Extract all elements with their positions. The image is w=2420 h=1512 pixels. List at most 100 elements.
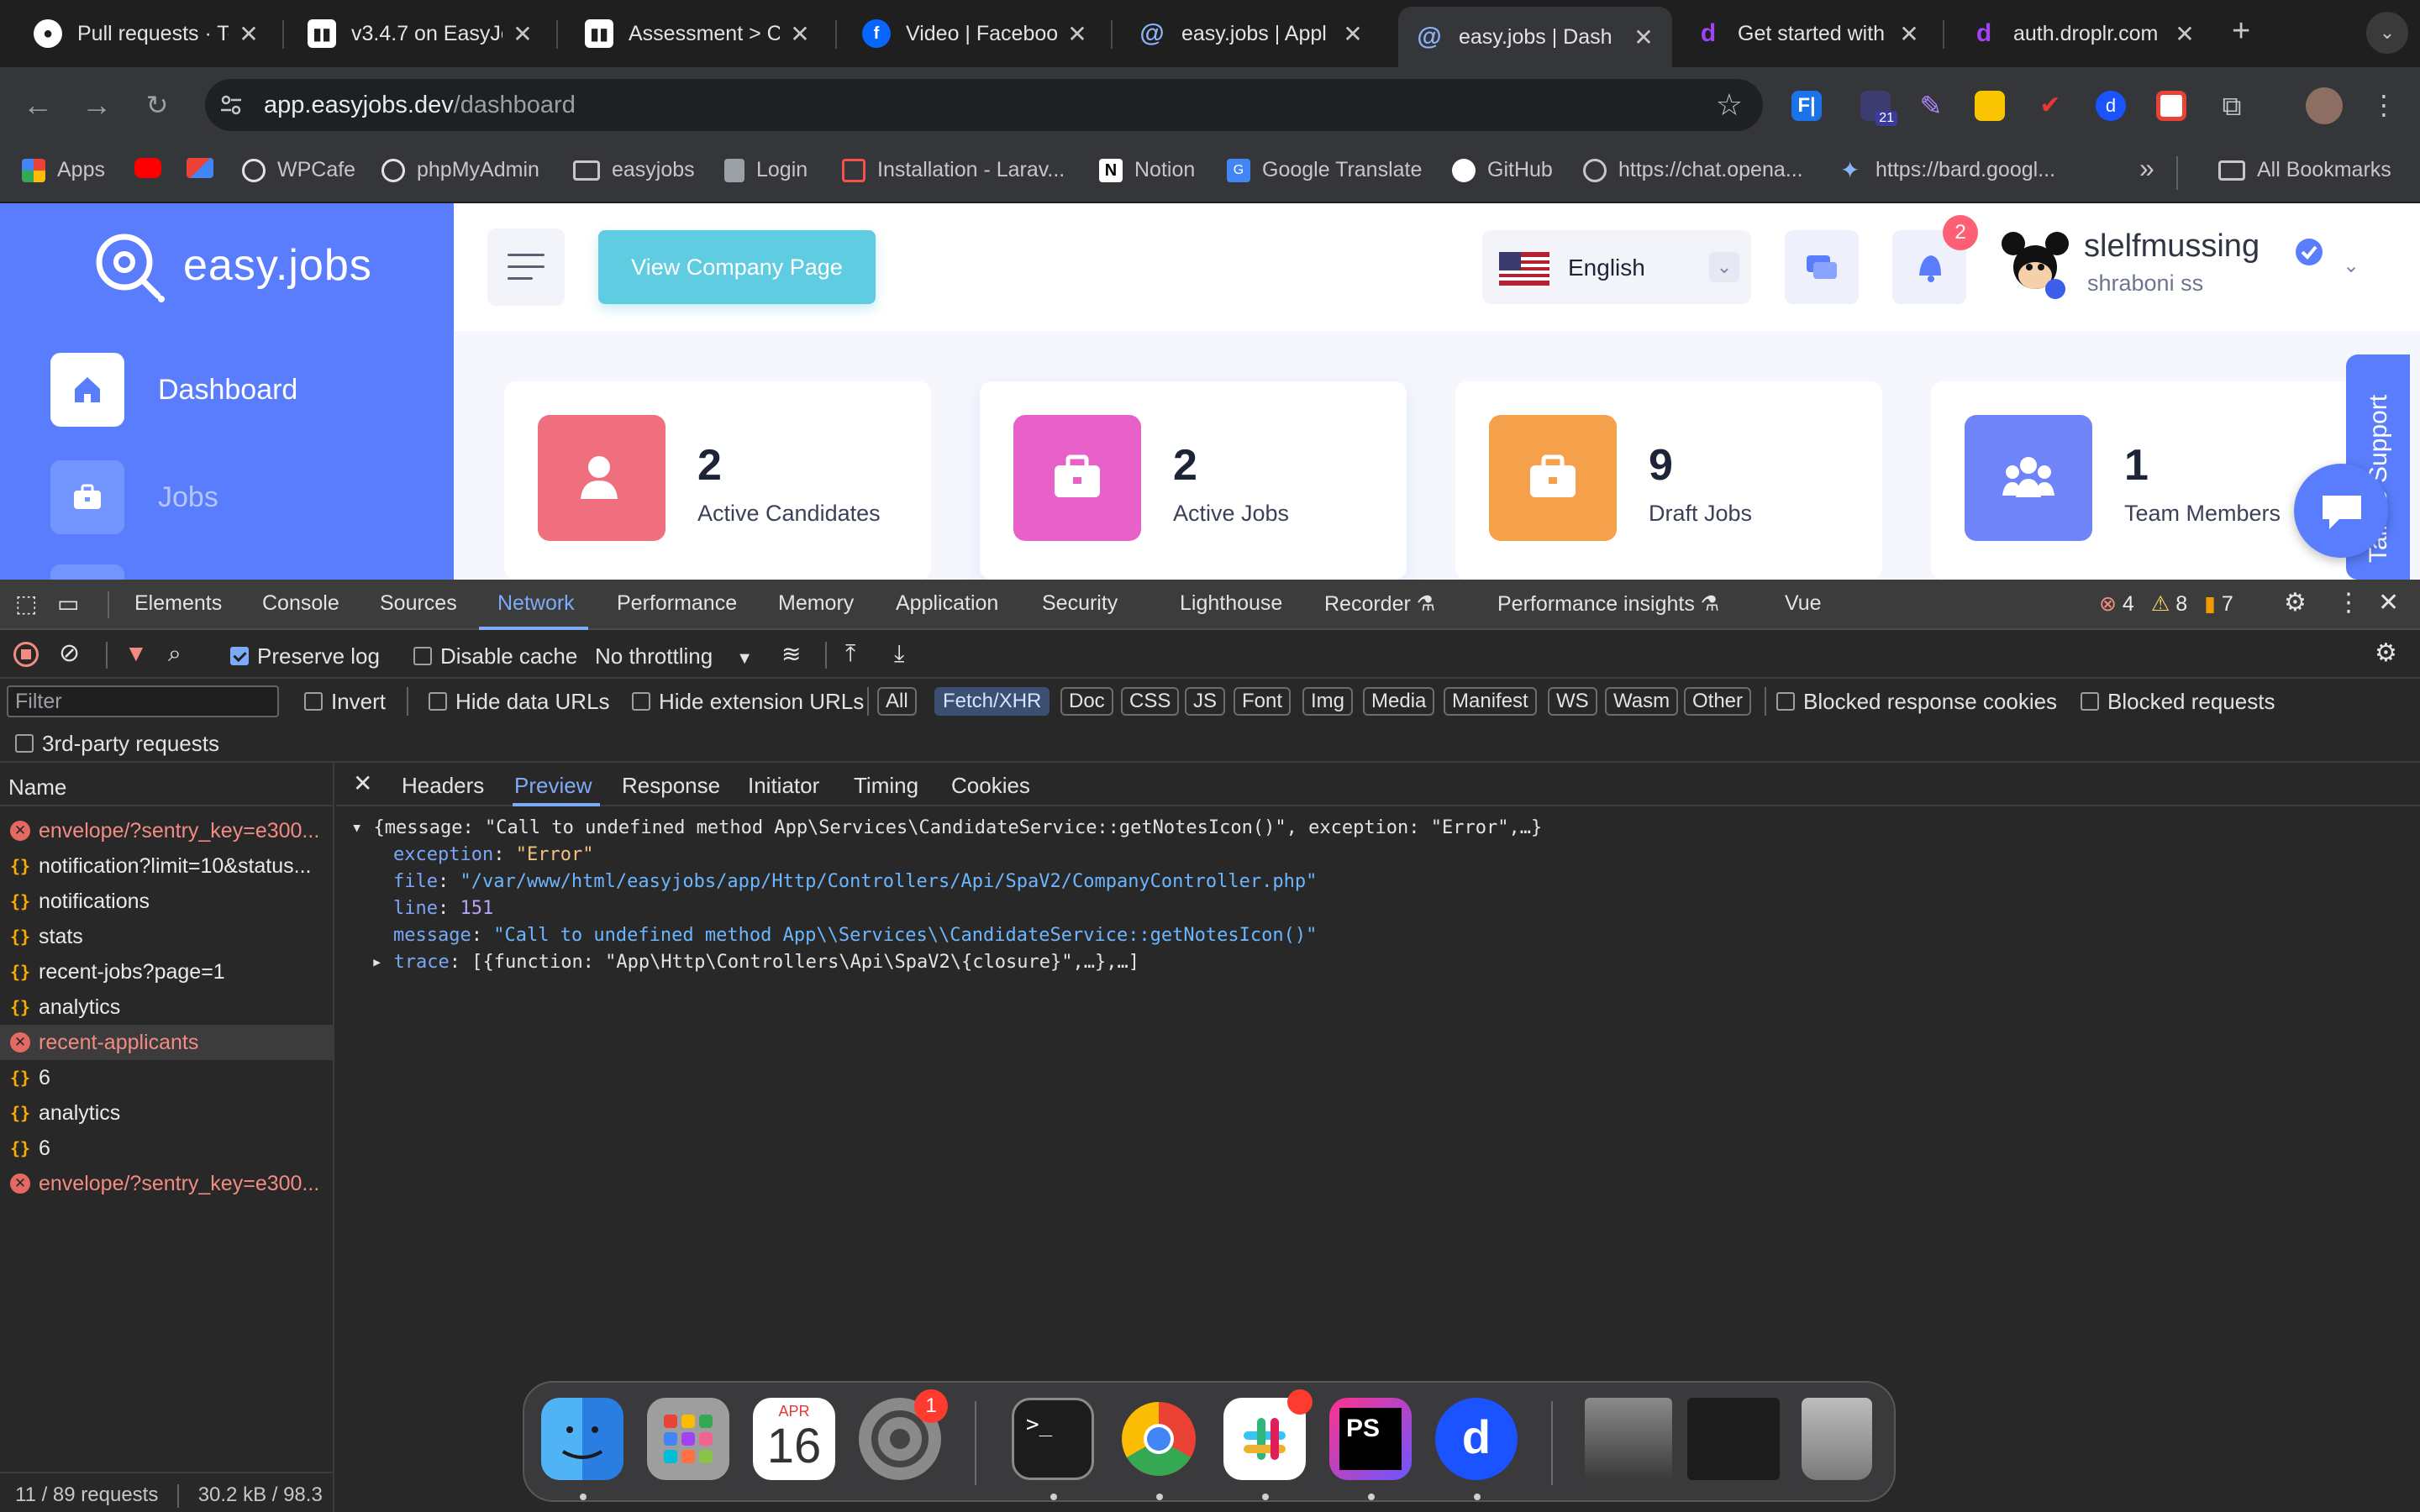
type-chip-js[interactable]: JS [1185,687,1226,716]
type-chip-manifest[interactable]: Manifest [1444,687,1537,716]
tab-security[interactable]: Security [1042,591,1118,616]
tab-initiator[interactable]: Initiator [748,773,819,799]
type-chip-css[interactable]: CSS [1121,687,1180,716]
tab-sources[interactable]: Sources [380,591,457,616]
request-row[interactable]: {} 6 [0,1131,334,1166]
site-info-icon[interactable] [218,92,244,118]
bookmark-login[interactable]: Login [724,158,808,182]
nav-dashboard[interactable]: Dashboard [50,353,297,427]
devtools-close-icon[interactable]: ✕ [2378,588,2399,617]
system-settings-icon[interactable]: 1 [859,1389,948,1480]
bookmark-easyjobs-folder[interactable]: easyjobs [573,158,695,182]
hide-data-urls-checkbox[interactable]: Hide data URLs [429,689,610,715]
invert-checkbox[interactable]: Invert [304,689,386,715]
json-trace-row[interactable]: ▸ trace: [{function: "App\Http\Controlle… [351,949,1542,976]
inspect-element-icon[interactable]: ⬚ [15,590,37,617]
tab-get-started[interactable]: d Get started with ✕ [1677,7,1938,60]
tab-performance[interactable]: Performance [617,591,737,616]
throttling-select[interactable]: No throttling ▼ [595,643,753,669]
user-menu-chevron-icon[interactable]: ⌄ [2343,254,2360,278]
extension-feather-icon[interactable]: ✎ [1916,91,1946,121]
type-chip-media[interactable]: Media [1363,687,1435,716]
hide-extension-urls-checkbox[interactable]: Hide extension URLs [632,689,864,715]
blocked-response-cookies-checkbox[interactable]: Blocked response cookies [1776,689,2057,715]
tab-pull-requests[interactable]: ● Pull requests · Te ✕ [17,7,277,60]
type-chip-font[interactable]: Font [1234,687,1292,716]
extension-droplr-icon[interactable]: d [2096,91,2126,121]
close-tab-icon[interactable]: ✕ [1897,20,1921,48]
type-chip-all[interactable]: All [877,687,917,716]
view-company-page-button[interactable]: View Company Page [598,230,876,304]
stat-card-draft-jobs[interactable]: 9 Draft Jobs [1455,381,1882,580]
type-chip-fetch-xhr[interactable]: Fetch/XHR [934,687,1050,716]
chrome-icon[interactable] [1118,1398,1200,1480]
droplr-icon[interactable]: d [1435,1398,1518,1480]
photo-stack-icon[interactable] [1585,1398,1672,1480]
trash-icon[interactable] [1802,1398,1872,1480]
disable-cache-checkbox[interactable]: Disable cache [413,643,577,669]
tab-memory[interactable]: Memory [778,591,854,616]
tab-assessment[interactable]: ▮▮ Assessment > C ✕ [568,7,829,60]
close-tab-icon[interactable]: ✕ [1632,24,1655,51]
bookmark-wpcafe[interactable]: WPCafe [242,158,355,182]
phpstorm-icon[interactable]: PS [1329,1398,1412,1480]
bookmarks-overflow[interactable]: » [2139,153,2154,184]
bookmark-youtube[interactable] [134,158,173,178]
tab-elements[interactable]: Elements [134,591,222,616]
type-chip-doc[interactable]: Doc [1060,687,1113,716]
search-icon[interactable]: ⌕ [168,640,182,668]
tab-headers[interactable]: Headers [402,773,484,799]
calendar-icon[interactable]: APR 16 [753,1398,835,1480]
type-chip-img[interactable]: Img [1302,687,1354,716]
tab-v347[interactable]: ▮▮ v3.4.7 on EasyJo ✕ [291,7,551,60]
tab-cookies[interactable]: Cookies [951,773,1030,799]
language-selector[interactable]: English ⌄ [1482,230,1751,304]
finder-icon[interactable] [541,1398,623,1480]
type-chip-ws[interactable]: WS [1548,687,1597,716]
messages-button[interactable] [1785,230,1859,304]
tab-auth-droplr[interactable]: d auth.droplr.com ✕ [1953,7,2213,60]
tab-application[interactable]: Application [896,591,998,616]
address-bar[interactable]: app.easyjobs.dev/dashboard ☆ [205,79,1763,131]
menu-toggle-button[interactable] [487,228,565,306]
bookmark-google-translate[interactable]: G Google Translate [1227,158,1422,182]
json-root-row[interactable]: ▾ {message: "Call to undefined method Ap… [351,815,1542,842]
type-chip-wasm[interactable]: Wasm [1605,687,1679,716]
request-row[interactable]: {} notification?limit=10&status... [0,848,334,884]
request-row[interactable]: {} analytics [0,990,334,1025]
request-row[interactable]: {} notifications [0,884,334,919]
request-row[interactable]: {} 6 [0,1060,334,1095]
request-row[interactable]: {} stats [0,919,334,954]
tab-preview[interactable]: Preview [514,773,592,799]
tab-console[interactable]: Console [262,591,339,616]
downloads-stack-icon[interactable] [1687,1398,1780,1480]
back-icon[interactable]: ← [18,86,57,124]
close-tab-icon[interactable]: ✕ [237,20,260,48]
close-tab-icon[interactable]: ✕ [2173,20,2196,48]
brand-logo[interactable]: easy.jobs [87,225,372,306]
extensions-puzzle-icon[interactable]: ⧉ [2217,91,2247,121]
bookmark-chatgpt[interactable]: https://chat.opena... [1583,158,1803,182]
export-har-icon[interactable]: ⤓ [894,640,904,668]
nav-jobs[interactable]: Jobs [50,460,218,534]
devtools-more-icon[interactable]: ⋮ [2336,588,2361,617]
filter-funnel-icon[interactable]: ▼ [124,640,148,667]
close-tab-icon[interactable]: ✕ [788,20,812,48]
close-tab-icon[interactable]: ✕ [511,20,534,48]
console-counts[interactable]: ⊗ 4 ⚠ 8 ▮ 7 [2099,591,2233,617]
bookmark-notion[interactable]: N Notion [1099,158,1195,182]
all-bookmarks[interactable]: All Bookmarks [2218,158,2391,182]
profile-avatar[interactable] [2306,87,2343,124]
stat-card-active-jobs[interactable]: 2 Active Jobs [980,381,1407,580]
tab-easyjobs-applicants[interactable]: @ easy.jobs | Appl ✕ [1121,7,1381,60]
new-tab-button[interactable]: + [2232,13,2250,50]
forward-icon[interactable]: → [77,86,116,124]
third-party-requests-checkbox[interactable]: 3rd-party requests [15,731,219,757]
tab-recorder[interactable]: Recorder ⚗ [1324,591,1435,617]
type-chip-other[interactable]: Other [1684,687,1752,716]
nav-next[interactable] [50,564,124,580]
stat-card-active-candidates[interactable]: 2 Active Candidates [504,381,931,580]
name-column-header[interactable]: Name [0,763,334,806]
reload-icon[interactable]: ↻ [138,86,176,124]
network-settings-icon[interactable]: ⚙ [2375,638,2397,668]
